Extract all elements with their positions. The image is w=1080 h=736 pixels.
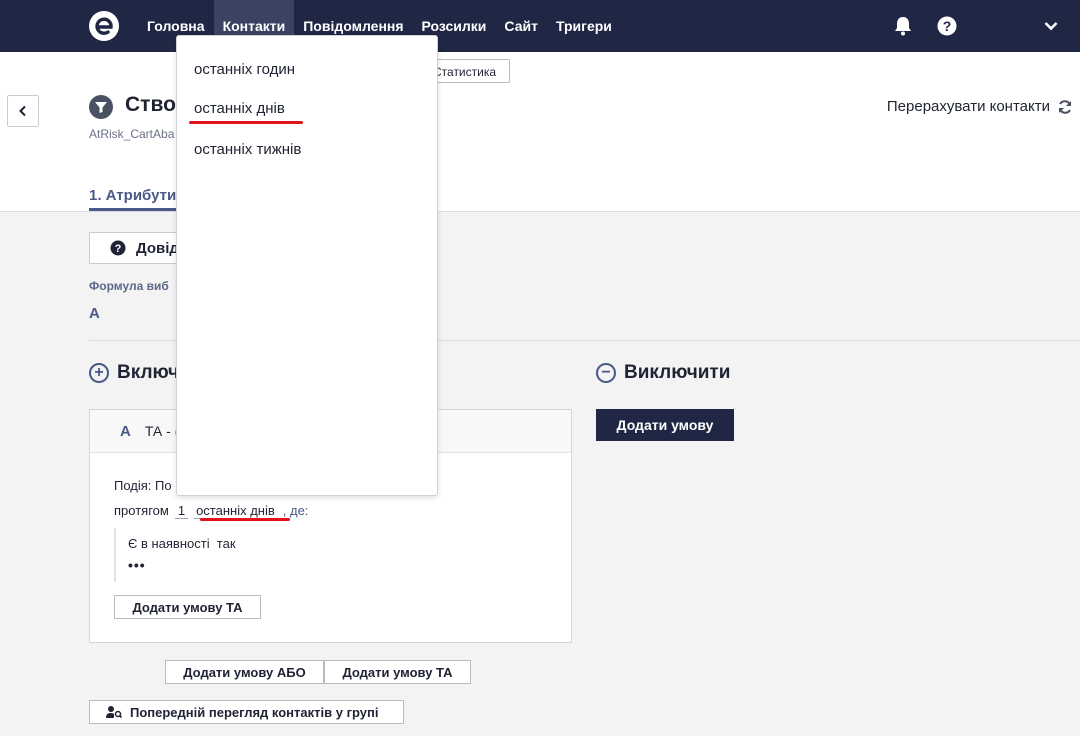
minus-circle-icon[interactable]: − — [596, 363, 616, 383]
dropdown-option-highlight — [189, 121, 303, 124]
period-number-input[interactable]: 1 — [174, 503, 189, 519]
formula-label: Формула виб — [89, 279, 169, 293]
where-label: , де: — [282, 503, 309, 518]
dropdown-option-hours[interactable]: останніх годин — [194, 61, 295, 78]
sub-condition-block: Є в наявності так ••• — [114, 528, 568, 582]
include-section-header: + Включ — [89, 362, 179, 384]
period-unit-select[interactable]: останніх днів — [194, 503, 277, 519]
period-prefix: протягом — [114, 503, 169, 518]
user-search-icon — [106, 706, 122, 719]
nav-icons: ? — [892, 0, 1062, 52]
dropdown-option-days[interactable]: останніх днів — [194, 100, 285, 117]
include-title: Включ — [117, 362, 180, 383]
exclude-section-header: − Виключити — [596, 362, 730, 384]
condition-letter: A — [120, 422, 131, 440]
question-circle-icon: ? — [110, 240, 126, 256]
period-line: протягом 1 останніх днів , де: — [114, 503, 308, 519]
exclude-title: Виключити — [624, 362, 731, 383]
top-nav-bar: Головна Контакти Повідомлення Розсилки С… — [0, 0, 1080, 52]
recalc-contacts-link[interactable]: Перерахувати контакти — [887, 98, 1050, 115]
card-add-and-button[interactable]: Додати умову ТА — [114, 595, 261, 619]
filter-funnel-icon — [89, 95, 113, 119]
more-options-icon[interactable]: ••• — [128, 557, 568, 573]
event-line: Подія: По — [114, 478, 172, 493]
help-circle-icon[interactable]: ? — [936, 15, 958, 37]
add-or-condition-button[interactable]: Додати умову АБО — [165, 660, 324, 684]
chevron-down-icon[interactable] — [1040, 15, 1062, 37]
plus-circle-icon[interactable]: + — [89, 363, 109, 383]
esputnik-logo-icon[interactable] — [88, 10, 120, 42]
sub-condition-text: Є в наявності так — [128, 536, 236, 551]
tab-attributes[interactable]: 1. Атрибути — [89, 187, 176, 204]
exclude-add-condition-button[interactable]: Додати умову — [596, 409, 734, 441]
period-unit-dropdown: останніх годин останніх днів останніх ти… — [176, 35, 438, 496]
preview-contacts-label: Попередній перегляд контактів у групі — [130, 704, 379, 720]
dropdown-option-weeks[interactable]: останніх тижнів — [194, 141, 301, 158]
svg-text:?: ? — [115, 243, 122, 255]
formula-value: A — [89, 305, 100, 322]
page-subtitle: AtRisk_CartAba — [89, 127, 175, 141]
svg-text:?: ? — [943, 18, 952, 34]
refresh-icon[interactable] — [1057, 99, 1073, 115]
back-button[interactable] — [7, 95, 39, 127]
chevron-left-icon — [19, 105, 26, 117]
bell-icon[interactable] — [892, 15, 914, 37]
nav-item-triggers[interactable]: Тригери — [547, 0, 621, 52]
add-and-condition-button[interactable]: Додати умову ТА — [324, 660, 471, 684]
card-header-text: ТА - ( — [144, 423, 180, 439]
help-reference-label: Довід — [136, 239, 179, 257]
preview-contacts-button[interactable]: Попередній перегляд контактів у групі — [89, 700, 404, 724]
nav-item-site[interactable]: Сайт — [495, 0, 547, 52]
period-unit-highlight — [200, 518, 290, 521]
